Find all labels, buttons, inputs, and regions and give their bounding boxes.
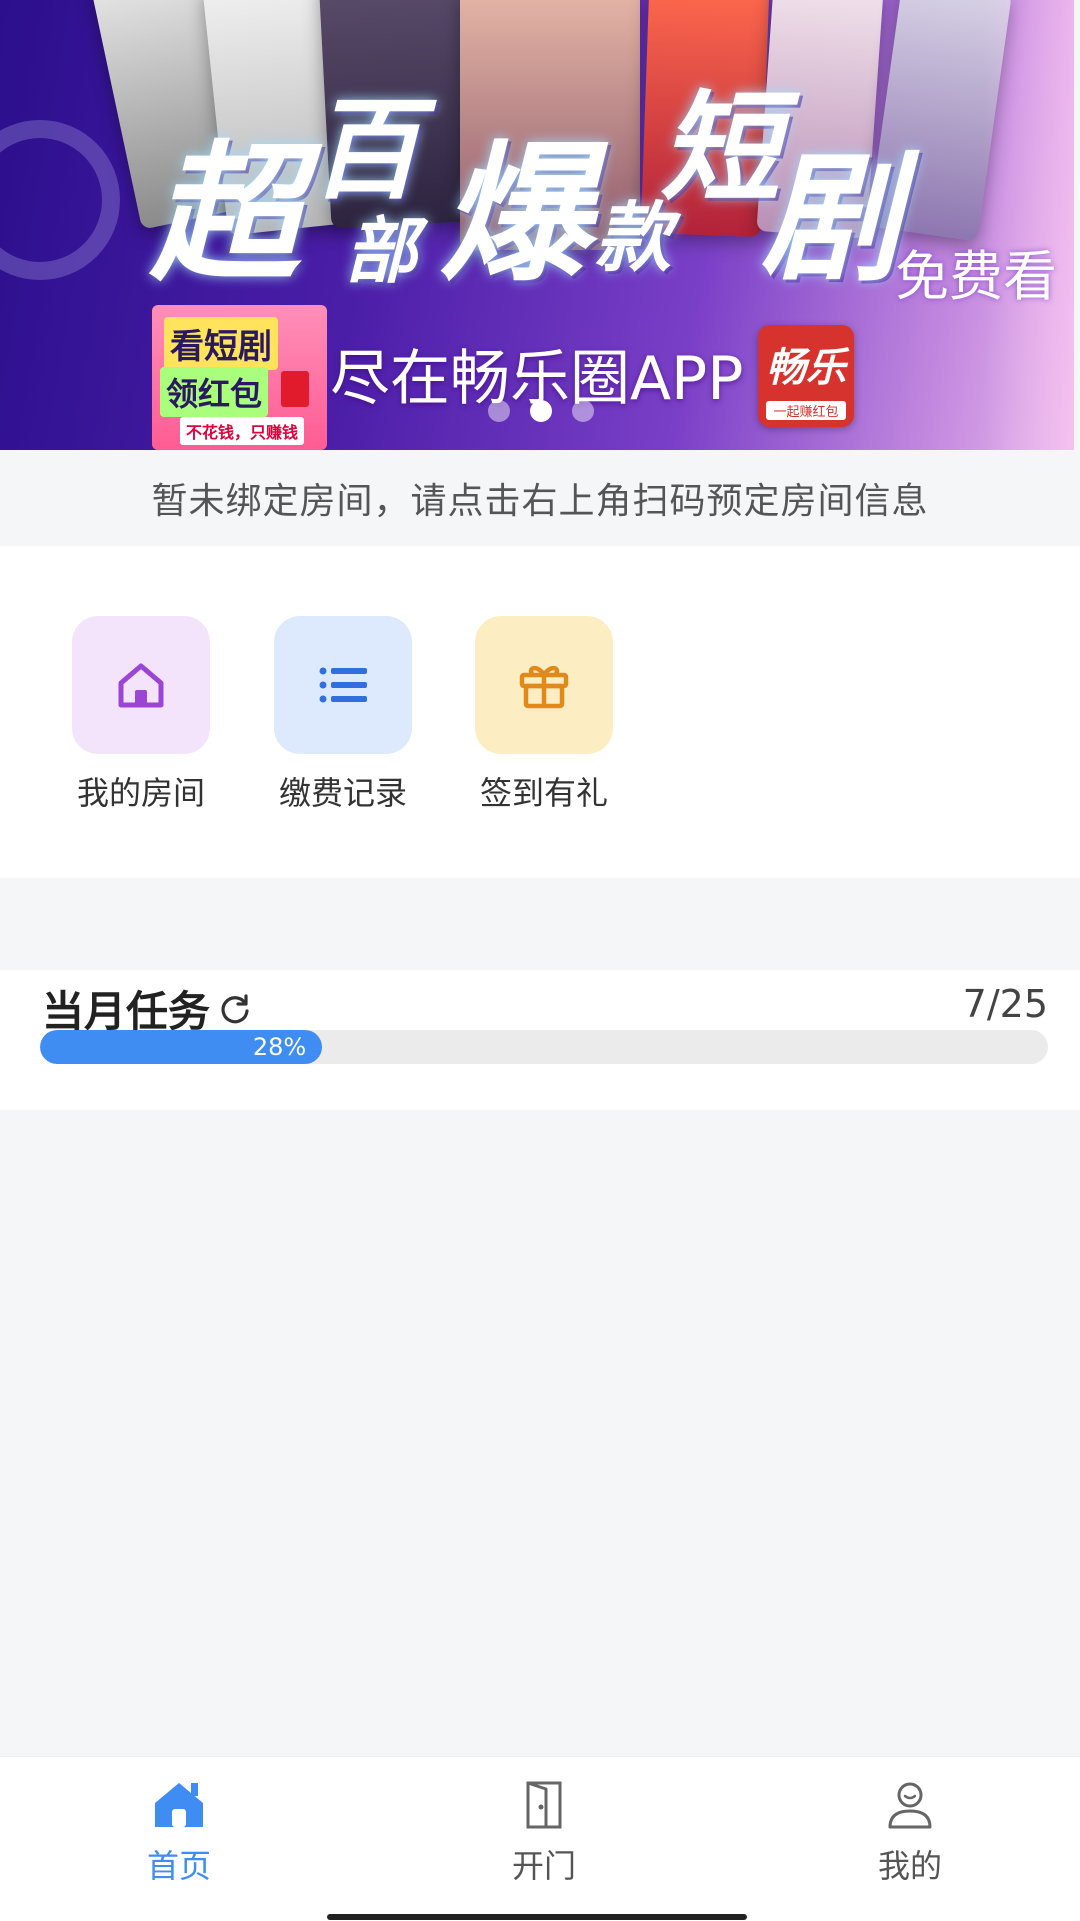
tab-open-door[interactable]: 开门 — [464, 1779, 624, 1887]
banner-free-text: 免费看 — [895, 245, 1057, 308]
tab-label: 开门 — [511, 1847, 576, 1885]
menu-item-my-room[interactable]: 我的房间 — [61, 616, 221, 814]
task-count: 7/25 — [962, 982, 1048, 1026]
menu-item-label: 我的房间 — [76, 774, 205, 812]
home-icon — [155, 1783, 203, 1827]
app-logo-text: 畅乐 — [766, 345, 846, 391]
gift-icon — [519, 665, 569, 709]
banner-title-char: 百 — [310, 86, 420, 214]
door-icon — [526, 1781, 562, 1829]
red-envelope-icon — [281, 371, 309, 407]
task-progress-bar: 28% — [40, 1030, 1048, 1064]
list-icon — [319, 667, 367, 703]
banner-title-char: 剧 — [760, 138, 901, 301]
menu-tile[interactable] — [274, 616, 412, 754]
menu-item-payment-records[interactable]: 缴费记录 — [263, 616, 423, 814]
menu-item-label: 缴费记录 — [278, 774, 407, 812]
film-reel-decoration — [0, 120, 120, 280]
bottom-tab-bar: 首页 开门 我的 — [0, 1756, 1080, 1921]
banner-fade — [984, 0, 1074, 450]
tab-label: 首页 — [146, 1847, 211, 1885]
carousel-dot[interactable] — [488, 400, 510, 422]
profile-icon — [888, 1782, 932, 1829]
promo-line: 领红包 — [160, 367, 269, 417]
home-indicator — [327, 1914, 747, 1920]
menu-tile[interactable] — [72, 616, 210, 754]
red-packet-promo: 看短剧 领红包 不花钱，只赚钱 — [152, 305, 327, 450]
banner-title-char: 超 — [150, 128, 301, 302]
banner-title-char: 部 — [345, 209, 418, 293]
menu-item-label: 签到有礼 — [479, 774, 608, 812]
tab-label: 我的 — [877, 1847, 942, 1885]
promo-banner[interactable]: 超 百 部 爆 款 短 剧 免费看 看短剧 领红包 不花钱，只赚钱 尽在畅乐圈A… — [0, 0, 1074, 450]
carousel-dots — [488, 400, 594, 422]
app-logo: 畅乐 一起赚红包 — [758, 325, 854, 427]
banner-title-char: 爆 — [440, 128, 591, 302]
quick-menu: 我的房间 缴费记录 签到有礼 — [0, 546, 1080, 878]
monthly-task-card: 当月任务 7/25 28% — [0, 970, 1080, 1110]
tab-profile[interactable]: 我的 — [830, 1779, 990, 1887]
menu-tile[interactable] — [475, 616, 613, 754]
house-icon — [118, 663, 164, 708]
task-progress-label: 28% — [252, 1033, 307, 1061]
app-logo-subtext: 一起赚红包 — [766, 401, 846, 420]
carousel-dot[interactable] — [572, 400, 594, 422]
task-progress-fill: 28% — [40, 1030, 323, 1064]
menu-item-checkin-gift[interactable]: 签到有礼 — [464, 616, 624, 814]
carousel-dot-active[interactable] — [530, 400, 552, 422]
promo-line: 看短剧 — [164, 317, 278, 370]
promo-tagline: 不花钱，只赚钱 — [180, 417, 305, 445]
refresh-icon[interactable] — [218, 992, 252, 1026]
room-binding-notice: 暂未绑定房间，请点击右上角扫码预定房间信息 — [0, 450, 1080, 546]
tab-home[interactable]: 首页 — [99, 1779, 259, 1887]
